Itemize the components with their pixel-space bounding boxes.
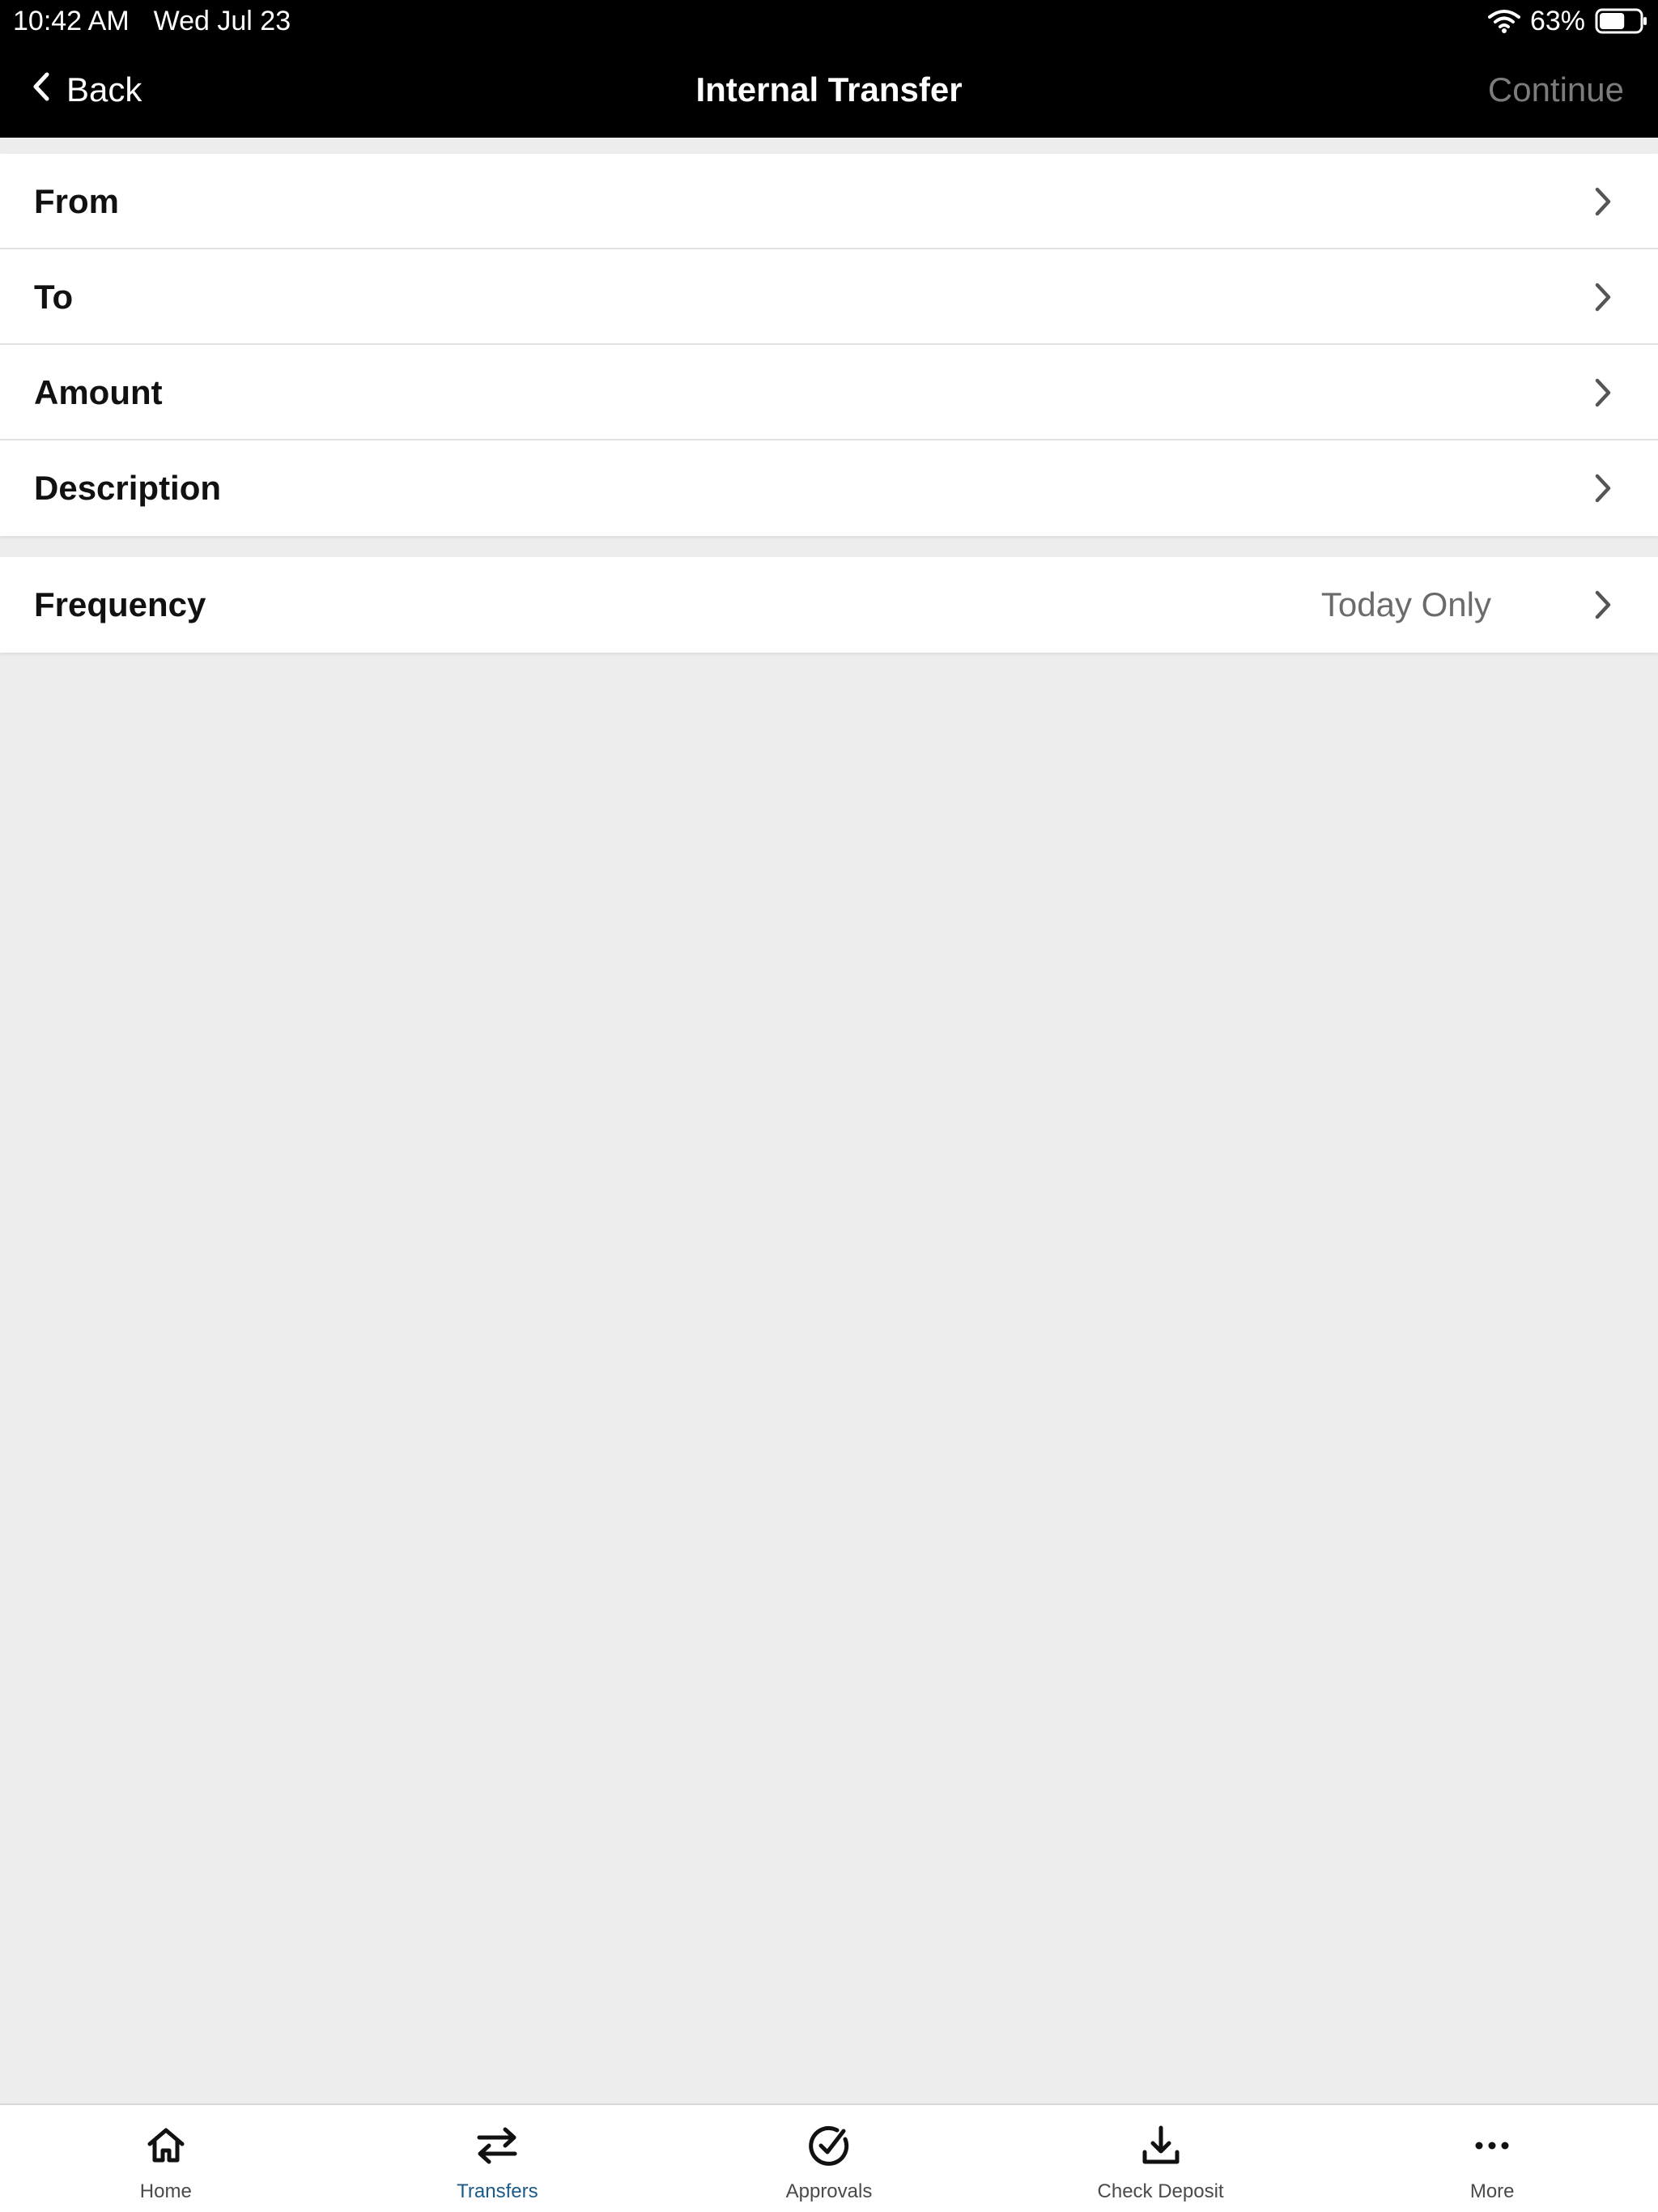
download-tray-icon <box>1137 2121 1185 2170</box>
tab-more[interactable]: More <box>1326 2105 1658 2212</box>
frequency-value: Today Only <box>1320 585 1491 623</box>
frequency-group: Frequency Today Only <box>0 557 1658 653</box>
tab-home[interactable]: Home <box>0 2105 332 2212</box>
status-bar-left: 10:42 AM Wed Jul 23 <box>13 5 291 37</box>
page-title: Internal Transfer <box>695 70 963 108</box>
continue-button[interactable]: Continue <box>1488 65 1624 115</box>
home-icon <box>142 2121 190 2170</box>
tab-bar: Home Transfers Approvals Check Deposit M… <box>0 2104 1658 2212</box>
frequency-row[interactable]: Frequency Today Only <box>0 557 1658 653</box>
battery-icon <box>1595 8 1648 34</box>
to-label: To <box>34 278 74 316</box>
tab-transfers-label: Transfers <box>457 2180 538 2202</box>
status-time: 10:42 AM <box>13 6 130 36</box>
transfer-details-group: From To Amount Description <box>0 154 1658 536</box>
from-label: From <box>34 182 119 220</box>
status-bar-right: 63% <box>1487 5 1648 37</box>
tab-more-label: More <box>1469 2180 1515 2202</box>
chevron-right-icon <box>1593 589 1613 620</box>
to-row[interactable]: To <box>0 249 1658 345</box>
check-circle-icon <box>805 2121 853 2170</box>
tab-approvals[interactable]: Approvals <box>663 2105 995 2212</box>
chevron-right-icon <box>1593 377 1613 408</box>
tab-transfers[interactable]: Transfers <box>332 2105 664 2212</box>
chevron-right-icon <box>1593 186 1613 217</box>
tab-check-deposit[interactable]: Check Deposit <box>995 2105 1327 2212</box>
top-bar: 10:42 AM Wed Jul 23 63% Back Internal Tr… <box>0 0 1658 138</box>
status-date: Wed Jul 23 <box>153 6 291 36</box>
tab-check-deposit-label: Check Deposit <box>1097 2180 1224 2202</box>
battery-percent: 63% <box>1529 5 1585 36</box>
chevron-right-icon <box>1593 473 1613 504</box>
more-dots-icon <box>1468 2121 1516 2170</box>
wifi-icon <box>1487 9 1520 33</box>
transfer-arrows-icon <box>473 2121 521 2170</box>
description-label: Description <box>34 469 222 507</box>
from-row[interactable]: From <box>0 154 1658 249</box>
amount-label: Amount <box>34 373 163 411</box>
tab-approvals-label: Approvals <box>785 2180 873 2202</box>
amount-row[interactable]: Amount <box>0 345 1658 440</box>
frequency-label: Frequency <box>34 585 206 623</box>
description-row[interactable]: Description <box>0 440 1658 536</box>
chevron-right-icon <box>1593 282 1613 313</box>
tab-home-label: Home <box>139 2180 192 2202</box>
